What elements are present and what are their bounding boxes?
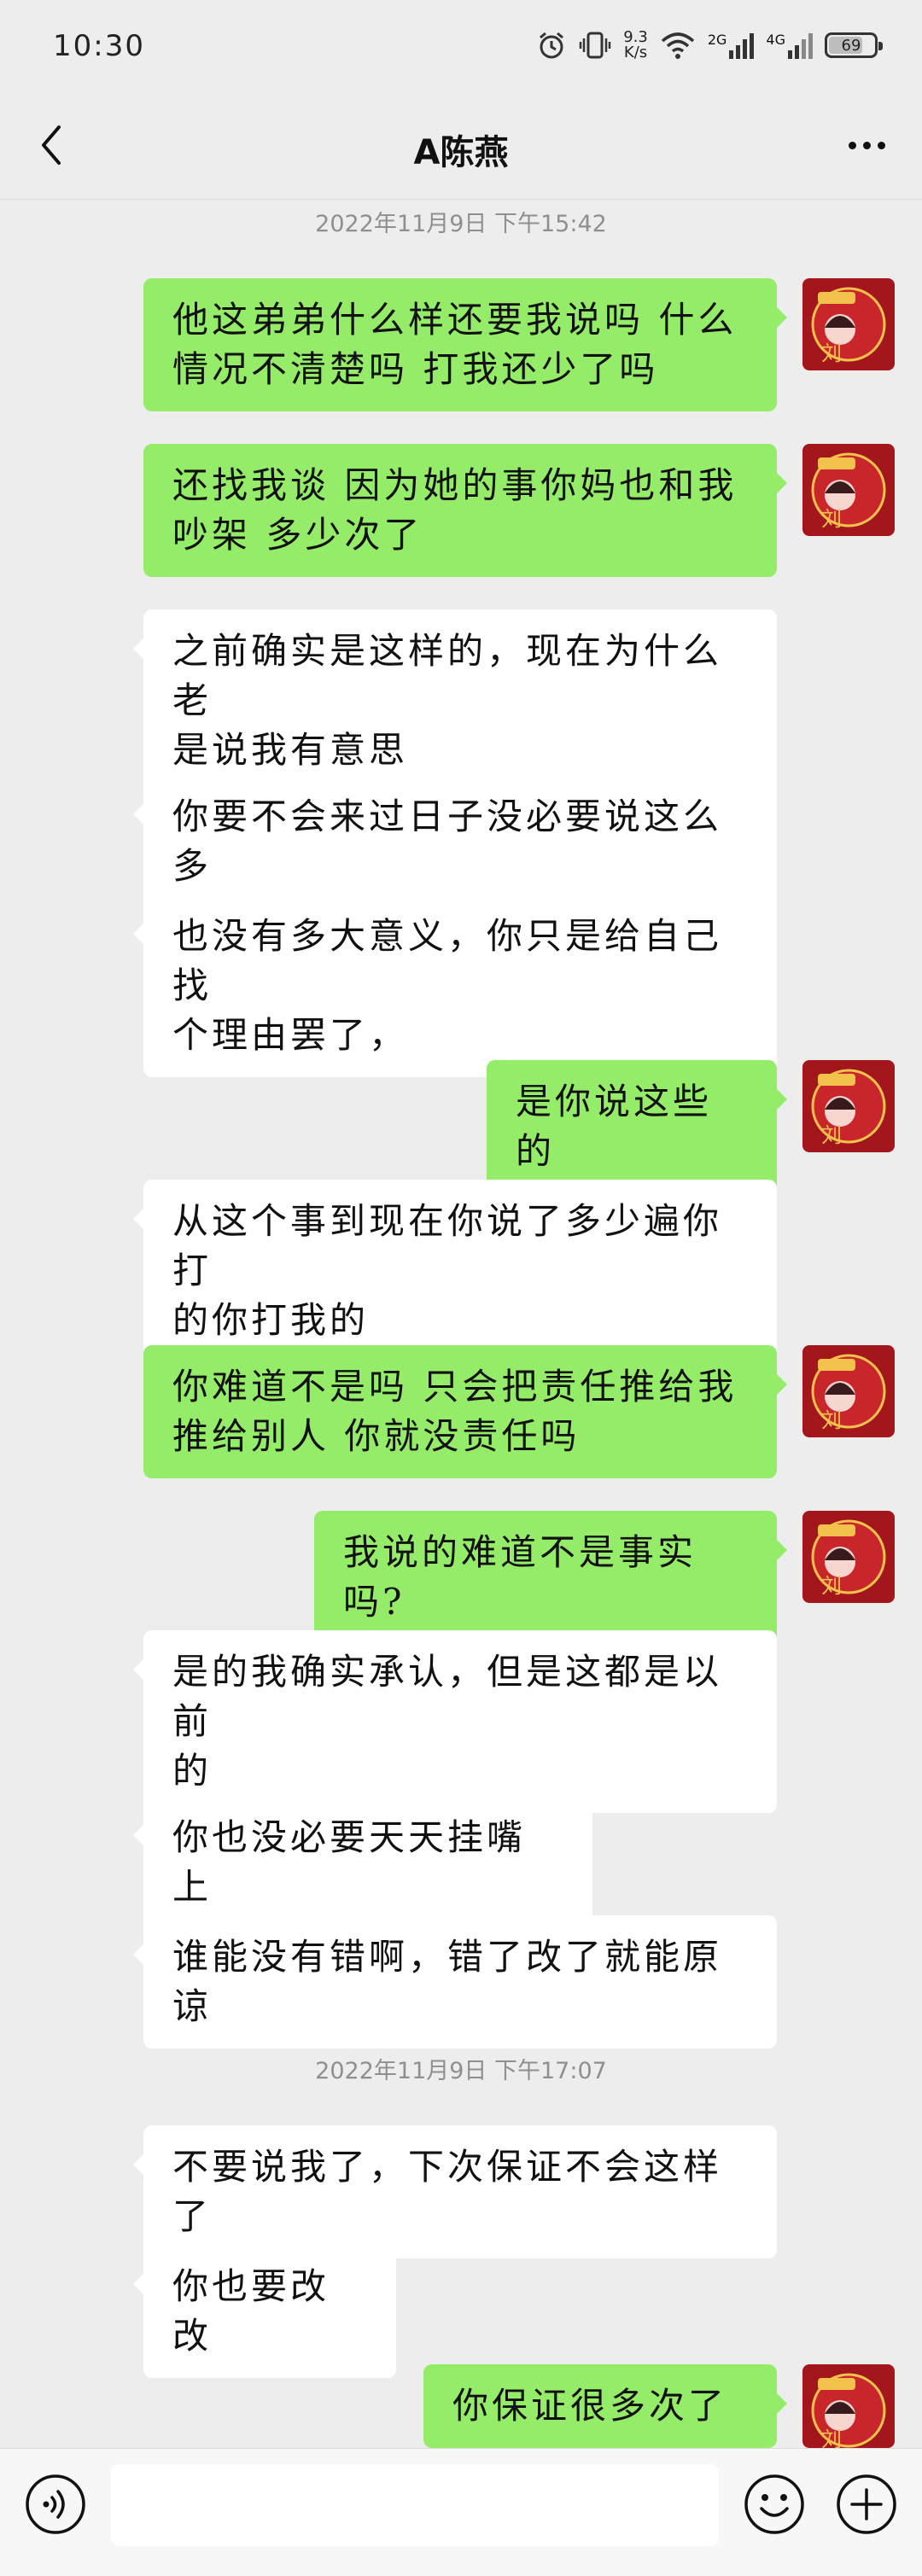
avatar-image: 刘 <box>802 1345 895 1437</box>
message-line: 谁能没有错啊，错了改了就能原谅 <box>172 1936 723 2027</box>
svg-text:刘: 刘 <box>821 1408 842 1432</box>
message-bubble-sent[interactable]: 你保证很多次了 <box>423 2364 787 2448</box>
message-line: 是的我确实承认，但是这都是以前 <box>172 1651 723 1742</box>
more-button[interactable] <box>837 119 896 171</box>
signal-icon <box>729 33 755 59</box>
signal-1-label: 2G <box>707 32 727 48</box>
chat-title: A陈燕 <box>413 133 509 172</box>
message-line: 还找我谈 因为她的事你妈也和我 <box>172 464 738 506</box>
more-dot <box>848 141 856 149</box>
avatar[interactable]: 刘 <box>802 1060 895 1152</box>
avatar-image: 刘 <box>802 1060 895 1152</box>
svg-text:刘: 刘 <box>821 507 842 531</box>
message-line: 从这个事到现在你说了多少遍你打 <box>172 1200 723 1291</box>
signal-1: 2G <box>708 32 755 59</box>
timestamp: 2022年11月9日 下午15:42 <box>315 211 607 237</box>
message-line: 你也没必要天天挂嘴上 <box>172 1816 527 1908</box>
message-line: 是你说这些的 <box>516 1081 713 1172</box>
network-speed: 9.3 K/s <box>623 30 648 61</box>
voice-icon <box>26 2474 85 2534</box>
svg-text:刘: 刘 <box>821 1574 842 1598</box>
message-bubble-sent[interactable]: 他这弟弟什么样还要我说吗 什么 情况不清楚吗 打我还少了吗 <box>143 278 787 411</box>
chat-header: A陈燕 <box>0 94 922 200</box>
emoji-button[interactable] <box>743 2473 806 2536</box>
avatar[interactable]: 刘 <box>802 2364 895 2448</box>
vibrate-icon <box>579 32 611 59</box>
battery-level: 69 <box>841 36 861 55</box>
signal-icon <box>788 33 813 59</box>
status-time: 10:30 <box>53 29 145 63</box>
message-bubble-received[interactable]: 谁能没有错啊，错了改了就能原谅 <box>133 1915 777 2049</box>
avatar-image: 刘 <box>802 444 895 536</box>
avatar[interactable]: 刘 <box>802 444 895 536</box>
wifi-icon <box>661 32 695 59</box>
svg-text:刘: 刘 <box>821 1123 842 1147</box>
status-icons: 9.3 K/s 2G 4G 69 <box>536 24 883 67</box>
message-bubble-received[interactable]: 也没有多大意义，你只是给自己找 个理由罢了， <box>133 895 777 1077</box>
message-line: 之前确实是这样的，现在为什么老 <box>172 630 723 721</box>
input-bar <box>0 2448 922 2576</box>
message-line: 吵架 多少次了 <box>172 514 423 556</box>
message-line: 的你打我的 <box>172 1299 370 1341</box>
svg-text:刘: 刘 <box>821 2427 842 2448</box>
message-line: 他这弟弟什么样还要我说吗 什么 <box>172 299 738 341</box>
voice-button[interactable] <box>24 2473 87 2536</box>
message-bubble-received[interactable]: 之前确实是这样的，现在为什么老 是说我有意思 <box>133 609 777 792</box>
message-line: 推给别人 你就没责任吗 <box>172 1415 581 1457</box>
more-dot <box>862 141 871 149</box>
message-line: 你也要改改 <box>172 2265 330 2357</box>
message-line: 我说的难道不是事实吗? <box>343 1531 697 1623</box>
message-line: 情况不清楚吗 打我还少了吗 <box>172 348 659 390</box>
message-bubble-sent[interactable]: 还找我谈 因为她的事你妈也和我 吵架 多少次了 <box>143 444 787 577</box>
message-bubble-sent[interactable]: 你难道不是吗 只会把责任推给我 推给别人 你就没责任吗 <box>143 1345 787 1478</box>
message-line: 是说我有意思 <box>172 729 409 771</box>
plus-button[interactable] <box>835 2473 898 2536</box>
message-line: 你要不会来过日子没必要说这么多 <box>172 796 723 887</box>
message-bubble-received[interactable]: 你也没必要天天挂嘴上 <box>133 1796 592 1929</box>
avatar[interactable]: 刘 <box>802 1511 895 1603</box>
signal-2-label: 4G <box>766 32 785 48</box>
message-bubble-received[interactable]: 你要不会来过日子没必要说这么多 <box>133 775 777 908</box>
battery-icon: 69 <box>825 32 883 58</box>
message-line: 的 <box>172 1750 213 1792</box>
message-line: 你保证很多次了 <box>452 2385 728 2427</box>
message-bubble-sent[interactable]: 是你说这些的 <box>487 1060 787 1193</box>
emoji-icon <box>744 2474 804 2534</box>
avatar-image: 刘 <box>802 1511 895 1603</box>
message-input[interactable] <box>111 2464 719 2546</box>
timestamp: 2022年11月9日 下午17:07 <box>315 2058 607 2084</box>
message-bubble-received[interactable]: 是的我确实承认，但是这都是以前 的 <box>133 1630 777 1813</box>
status-bar: 10:30 9.3 K/s 2G 4G 69 <box>0 0 922 94</box>
svg-text:刘: 刘 <box>821 341 842 365</box>
message-line: 不要说我了，下次保证不会这样了 <box>172 2146 723 2237</box>
message-bubble-received[interactable]: 不要说我了，下次保证不会这样了 <box>133 2125 777 2258</box>
message-line: 个理由罢了， <box>172 1014 409 1056</box>
message-line: 也没有多大意义，你只是给自己找 <box>172 915 723 1006</box>
more-dot <box>877 141 885 149</box>
message-bubble-sent[interactable]: 我说的难道不是事实吗? <box>314 1511 787 1644</box>
message-line: 你难道不是吗 只会把责任推给我 <box>172 1366 738 1407</box>
message-bubble-received[interactable]: 从这个事到现在你说了多少遍你打 的你打我的 <box>133 1180 777 1362</box>
avatar-image: 刘 <box>802 2364 895 2448</box>
alarm-icon <box>540 32 564 59</box>
avatar-image: 刘 <box>802 278 895 370</box>
avatar[interactable]: 刘 <box>802 1345 895 1437</box>
plus-icon <box>837 2474 896 2534</box>
signal-2: 4G <box>766 32 813 59</box>
message-bubble-received[interactable]: 你也要改改 <box>133 2245 396 2378</box>
avatar[interactable]: 刘 <box>802 278 895 370</box>
speed-unit: K/s <box>623 44 648 61</box>
